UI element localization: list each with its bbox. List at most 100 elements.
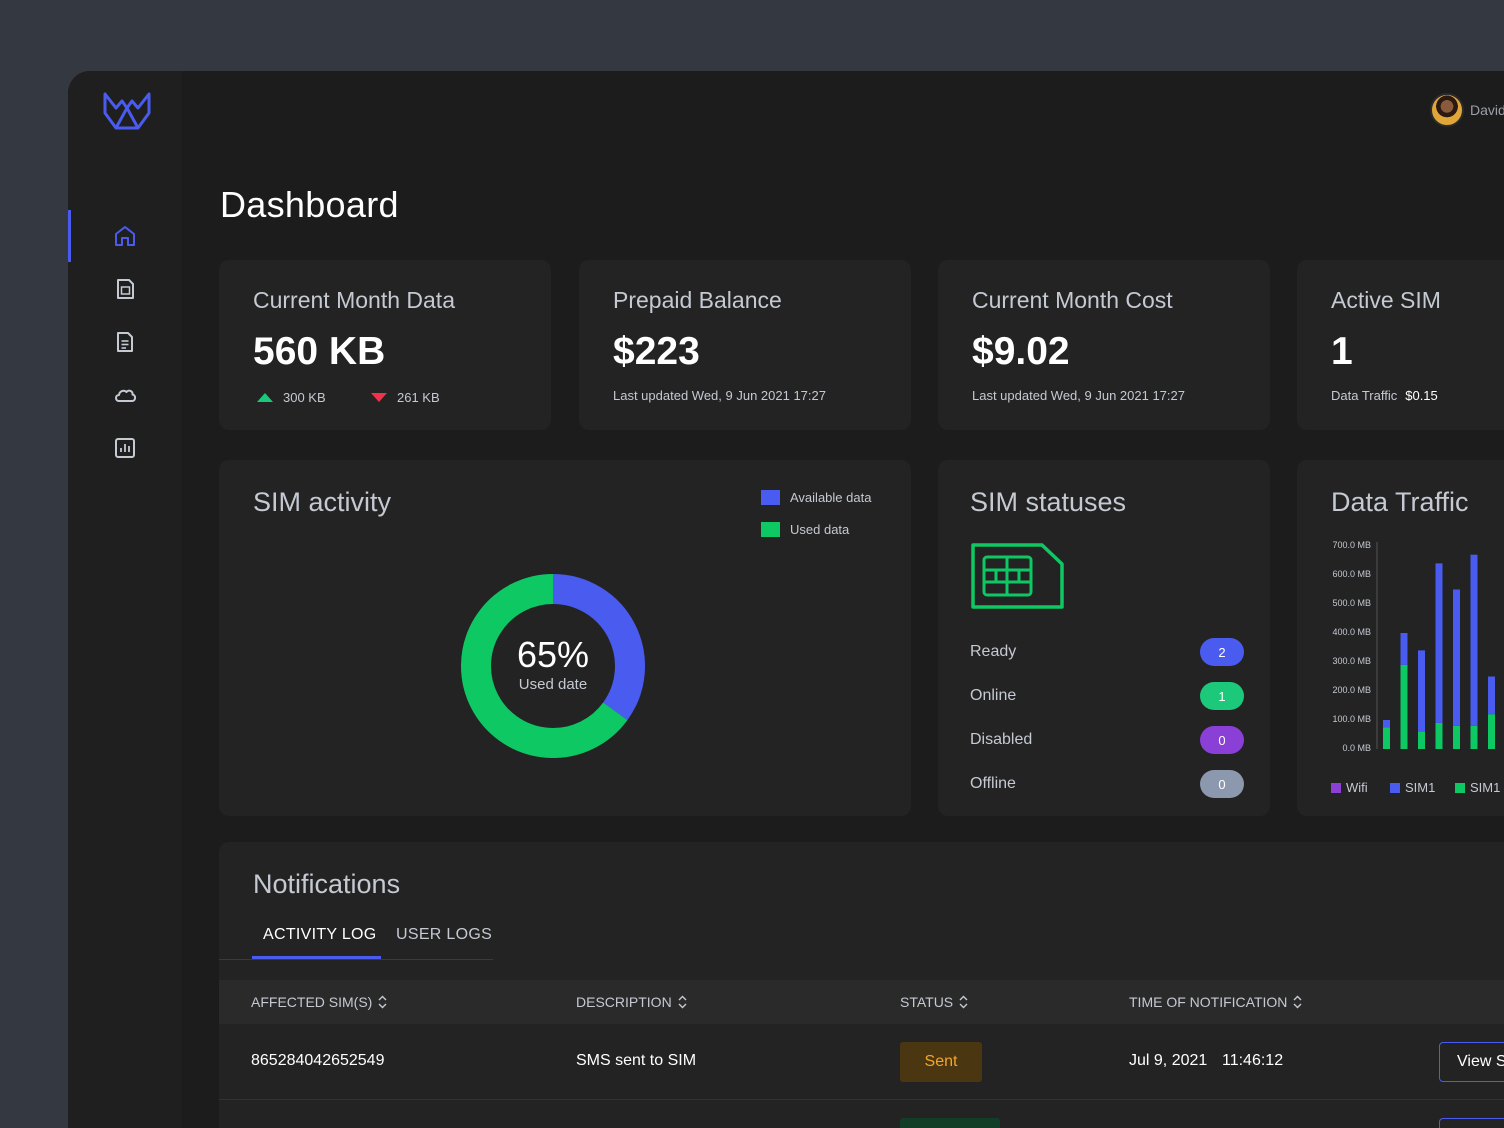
bar-segment-series-1 [1453,589,1460,726]
bar-segment-series-1 [1488,676,1495,715]
legend-sim1-green: SIM1 [1455,780,1500,795]
bar-segment-series-0 [1418,731,1425,749]
cell-time: 11:46:12 [1222,1052,1284,1069]
user-name: David [1470,102,1504,118]
status-row-ready: Ready 2 [970,638,1244,666]
stat-card-month-data: Current Month Data 560 KB 300 KB 261 KB [219,260,551,430]
bar-segment-series-1 [1435,563,1443,723]
bar-segment-series-1 [1400,633,1408,665]
bar-segment-series-0 [1383,727,1390,749]
cell-sim: 865284042652549 [251,1052,385,1069]
sidebar-item-reports[interactable] [68,422,182,474]
sim-activity-card: SIM activity Available data Used data 65… [219,460,911,816]
status-badge [900,1118,1000,1128]
tab-user-logs[interactable]: USER LOGS [396,926,492,944]
status-label: Offline [970,775,1016,792]
stat-value: $223 [613,330,700,373]
status-row-disabled: Disabled 0 [970,726,1244,754]
status-count: 1 [1200,682,1244,710]
sidebar-item-home[interactable] [68,210,182,262]
table-row: 865284042652549 SMS sent to SIM Sent Jul… [219,1024,1504,1100]
sim-card-icon [971,543,1064,609]
column-label: STATUS [900,994,954,1010]
sidebar-item-documents[interactable] [68,316,182,368]
column-label: TIME OF NOTIFICATION [1129,994,1288,1010]
stat-card-month-cost: Current Month Cost $9.02 Last updated We… [938,260,1270,430]
legend-label: SIM1 [1470,780,1501,795]
legend-sim1-blue: SIM1 [1390,780,1435,795]
column-header-time[interactable]: TIME OF NOTIFICATION [1129,994,1302,1010]
legend-swatch [1390,782,1400,793]
stat-title: Prepaid Balance [613,287,782,313]
column-header-status[interactable]: STATUS [900,994,968,1010]
stat-data-traffic: Data Traffic $0.15 [1331,388,1438,403]
view-button[interactable] [1439,1118,1504,1128]
legend-used: Used data [761,522,849,537]
sim-statuses-card: SIM statuses Ready 2 Online 1 Disabled 0… [938,460,1270,816]
legend-wifi: Wifi [1331,780,1368,795]
table-header: AFFECTED SIM(S) DESCRIPTION STATUS TIME … [219,980,1504,1024]
legend-label: SIM1 [1405,780,1436,795]
stat-value: 560 KB [253,330,386,373]
legend-swatch [761,490,780,505]
legend-label: Used data [790,522,850,537]
legend-swatch [1331,782,1341,793]
trend-down: 261 KB [371,390,440,405]
status-count: 0 [1200,726,1244,754]
brand-logo-icon[interactable] [102,91,152,131]
sidebar-item-sims[interactable] [68,263,182,315]
tab-activity-log[interactable]: ACTIVITY LOG [263,926,377,944]
trend-down-value: 261 KB [397,390,440,405]
stat-value: $9.02 [972,330,1070,373]
stat-title: Active SIM [1331,287,1441,313]
stat-card-active-sim: Active SIM 1 Data Traffic $0.15 [1297,260,1504,430]
sidebar [68,71,182,1128]
legend-swatch [761,522,780,537]
bar-segment-series-1 [1470,554,1478,726]
trend-up: 300 KB [257,390,326,405]
donut-chart: 65% Used date [461,574,645,758]
status-row-online: Online 1 [970,682,1244,710]
sim-activity-title: SIM activity [253,487,392,517]
bar-segment-series-1 [1383,720,1390,728]
user-menu[interactable]: David [1430,93,1504,127]
cell-description: SMS sent to SIM [576,1052,697,1069]
bar-segment-series-0 [1470,725,1478,749]
column-header-description[interactable]: DESCRIPTION [576,994,687,1010]
arrow-down-icon [371,393,387,402]
document-icon [117,332,133,352]
stat-title: Current Month Data [253,287,455,313]
data-traffic-value: $0.15 [1405,388,1438,403]
cloud-icon [115,389,137,402]
status-label: Disabled [970,731,1033,748]
donut-center: 65% Used date [461,634,645,693]
bar-segment-series-1 [1418,650,1425,732]
status-row-offline: Offline 0 [970,770,1244,798]
column-label: AFFECTED SIM(S) [251,994,373,1010]
sidebar-item-cloud[interactable] [68,369,182,421]
legend-swatch [1455,782,1465,793]
table-row [219,1100,1504,1128]
stat-title: Current Month Cost [972,287,1173,313]
bar-segment-series-0 [1453,725,1460,749]
view-sms-button[interactable]: View SMS [1439,1042,1504,1082]
legend-label: Wifi [1346,780,1368,795]
status-count: 0 [1200,770,1244,798]
donut-caption: Used date [518,676,588,693]
bar-chart-icon [115,438,135,458]
app-window: David Dashboard Current Month Data 560 K… [68,71,1504,1128]
bar-segment-series-0 [1488,714,1495,749]
bar-segment-series-0 [1435,722,1443,749]
legend-label: Available data [790,490,872,505]
column-header-sim[interactable]: AFFECTED SIM(S) [251,994,387,1010]
cell-date: Jul 9, 2021 [1129,1052,1208,1069]
stat-card-prepaid: Prepaid Balance $223 Last updated Wed, 9… [579,260,911,430]
status-badge: Sent [900,1042,982,1082]
home-icon [115,226,135,246]
sim-statuses-title: SIM statuses [970,487,1127,517]
sort-icon [959,995,968,1009]
data-traffic-label: Data Traffic [1331,388,1398,403]
notifications-title: Notifications [253,869,401,899]
trend-up-value: 300 KB [283,390,326,405]
stat-value: 1 [1331,330,1353,373]
